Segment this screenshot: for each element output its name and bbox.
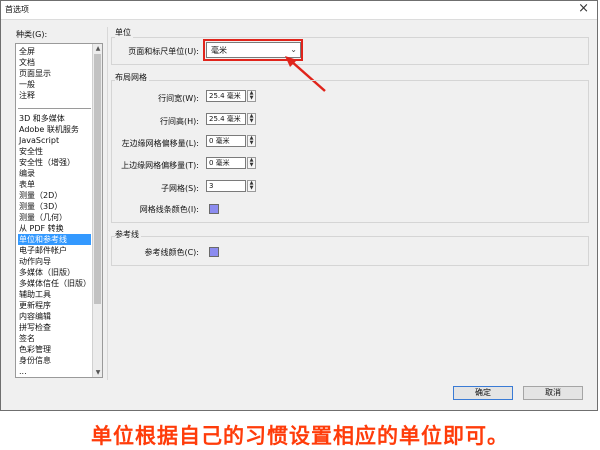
category-item[interactable]: Adobe 联机服务 [18, 124, 91, 135]
guide-color-swatch[interactable] [209, 247, 219, 257]
grid-line-color-label: 网格线条颜色(I): [139, 205, 199, 214]
category-item[interactable]: ... [18, 366, 91, 377]
category-item[interactable]: 测量（几何） [18, 212, 91, 223]
category-item[interactable]: 表单 [18, 179, 91, 190]
category-item[interactable]: 多媒体（旧版） [18, 267, 91, 278]
category-item-documents[interactable]: 文档 [18, 57, 91, 68]
grid-height-label: 行间高(H): [160, 117, 199, 126]
cancel-button[interactable]: 取消 [523, 386, 583, 400]
category-item[interactable]: 拼写检查 [18, 322, 91, 333]
grid-top-offset-spinner[interactable]: ▲ ▼ [247, 157, 256, 169]
grid-top-offset-label: 上边缘网格偏移量(T): [121, 161, 199, 170]
grid-height-spinner[interactable]: ▲ ▼ [247, 113, 256, 125]
page-ruler-units-label: 页面和标尺单位(U): [128, 47, 199, 56]
grid-top-offset-input[interactable]: 0 毫米 [206, 157, 246, 169]
ok-button[interactable]: 确定 [453, 386, 513, 400]
category-item[interactable]: 更新程序 [18, 300, 91, 311]
grid-left-offset-label: 左边缘网格偏移量(L): [121, 139, 199, 148]
categories-label: 种类(G): [16, 30, 48, 39]
categories-scrollbar[interactable]: ▲ ▼ [92, 44, 102, 377]
category-item[interactable]: 多媒体信任（旧版） [18, 278, 91, 289]
title-bar: 首选项 × [1, 1, 597, 20]
scroll-down-icon[interactable]: ▼ [94, 369, 102, 376]
subdivisions-input[interactable]: 3 [206, 180, 246, 192]
grid-width-label: 行间宽(W): [158, 94, 199, 103]
subdivisions-label: 子网格(S): [160, 184, 199, 193]
category-item[interactable]: 从 PDF 转换 [18, 223, 91, 234]
category-item[interactable]: 动作向导 [18, 256, 91, 267]
subdivisions-spinner[interactable]: ▲ ▼ [247, 180, 256, 192]
category-item[interactable]: 签名 [18, 333, 91, 344]
scroll-thumb[interactable] [94, 54, 101, 304]
grid-left-offset-input[interactable]: 0 毫米 [206, 135, 246, 147]
scroll-up-icon[interactable]: ▲ [94, 45, 102, 52]
category-item[interactable]: JavaScript [18, 135, 91, 146]
annotation-caption: 单位根据自己的习惯设置相应的单位即可。 [91, 424, 509, 448]
category-item-commenting[interactable]: 注释 [18, 90, 91, 101]
category-item[interactable]: 测量（2D） [18, 190, 91, 201]
category-item-page-display[interactable]: 页面显示 [18, 68, 91, 79]
category-item[interactable]: 色彩管理 [18, 344, 91, 355]
category-item[interactable]: 安全性 [18, 146, 91, 157]
grid-line-color-swatch[interactable] [209, 204, 219, 214]
guides-group-title: 参考线 [115, 229, 141, 240]
category-item-fullscreen[interactable]: 全屏 [18, 46, 91, 57]
window-title: 首选项 [5, 5, 29, 14]
guide-color-label: 参考线颜色(C): [144, 248, 199, 257]
grid-width-input[interactable]: 25.4 毫米 [206, 90, 246, 102]
grid-width-spinner[interactable]: ▲ ▼ [247, 90, 256, 102]
category-item-units-guides[interactable]: 单位和参考线 [18, 234, 91, 245]
category-item[interactable]: 电子邮件帐户 [18, 245, 91, 256]
panel-divider [107, 27, 108, 380]
category-item[interactable]: 编录 [18, 168, 91, 179]
category-item[interactable]: 安全性（增强） [18, 157, 91, 168]
category-separator [18, 108, 91, 109]
layout-grid-group-title: 布局网格 [115, 72, 149, 83]
grid-left-offset-spinner[interactable]: ▲ ▼ [247, 135, 256, 147]
category-item[interactable]: 身份信息 [18, 355, 91, 366]
preferences-dialog: 首选项 × 种类(G): 全屏 文档 页面显示 一般 注释 3D 和多媒体 Ad… [0, 0, 598, 411]
grid-height-input[interactable]: 25.4 毫米 [206, 113, 246, 125]
units-group-title: 单位 [115, 27, 133, 38]
close-icon[interactable]: × [578, 1, 589, 16]
category-item[interactable]: 测量（3D） [18, 201, 91, 212]
category-item-general[interactable]: 一般 [18, 79, 91, 90]
categories-list[interactable]: 全屏 文档 页面显示 一般 注释 3D 和多媒体 Adobe 联机服务 Java… [15, 43, 103, 378]
category-item[interactable]: 辅助工具 [18, 289, 91, 300]
category-item[interactable]: 内容编辑 [18, 311, 91, 322]
category-item[interactable]: 3D 和多媒体 [18, 113, 91, 124]
